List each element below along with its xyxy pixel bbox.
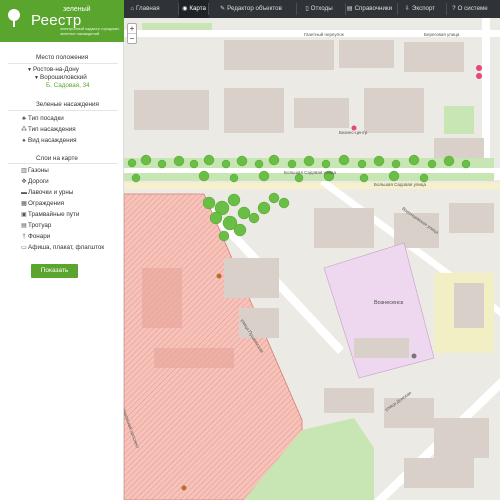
layer-label: Трамвайные пути (28, 211, 80, 218)
layer-label: Афиша, плакат, флагшток (28, 244, 105, 251)
map-view[interactable]: + − Большая Садовая улица Большая Садова… (124, 18, 500, 500)
nav-label: О системе (457, 5, 488, 12)
nav-item-0[interactable]: ⌂ Главная (124, 0, 166, 18)
plantings-filter-item[interactable]: ♣ Тип посадки (20, 114, 64, 123)
location-district[interactable]: ▼Ворошиловский (34, 74, 87, 81)
planting-type-icon: ⁂ (21, 127, 27, 133)
divider (8, 110, 118, 111)
export-icon: ⇩ (404, 6, 410, 12)
layer-label: Ограждения (28, 200, 64, 207)
layer-item[interactable]: ▥Газоны (20, 166, 49, 175)
nav-separator (345, 3, 346, 15)
planting-kind-icon: ♠ (22, 138, 26, 144)
layer-item[interactable]: † Фонари (20, 232, 50, 241)
layers-section-title: Слои на карте (36, 155, 78, 162)
poster-icon: ▭ (21, 245, 27, 251)
layer-label: Тротуар (28, 222, 52, 229)
layer-item[interactable]: ▣Трамвайные пути (20, 210, 79, 219)
editor-icon: ✎ (220, 6, 226, 12)
building-label: Бизнес-центр (339, 130, 368, 135)
layer-item[interactable]: ✥Дороги (20, 177, 49, 186)
filter-label: Тип посадки (28, 115, 64, 122)
street-label: Береговая улица (424, 32, 460, 37)
nav-item-4[interactable]: ▤ Справочники (346, 0, 393, 18)
zoom-out-button[interactable]: − (128, 34, 136, 44)
fence-icon: ▦ (21, 201, 27, 207)
layer-label: Фонари (28, 233, 51, 240)
lamp-icon: † (22, 234, 26, 240)
top-navigation: ⌂ Главная ◉ Карта ✎ Редактор объектов ▯ Отходы ▤… (124, 0, 500, 18)
show-button[interactable]: Показать (31, 264, 78, 278)
logo-tagline: электронный кадастр городских зеленых на… (60, 26, 120, 36)
district-label: Вознесенск (374, 300, 404, 306)
location-city[interactable]: ▼Ростов-на-Дону (27, 66, 79, 73)
nav-label: Редактор объектов (227, 5, 282, 12)
nav-label: Справочники (354, 5, 393, 12)
location-section-title: Место положения (36, 54, 89, 61)
tram-icon: ▣ (21, 212, 27, 218)
layer-item[interactable]: ▦Ограждения (20, 199, 64, 208)
app-logo[interactable]: зеленый Реестр электронный кадастр город… (0, 0, 124, 42)
sidewalk-icon: ▤ (21, 223, 27, 229)
layer-item[interactable]: ▬Лавочки и урны (20, 188, 73, 197)
reference-icon: ▤ (346, 6, 353, 12)
nav-item-6[interactable]: ? О системе (447, 0, 493, 18)
filter-label: Вид насаждения (28, 137, 77, 144)
zoom-control: + − (127, 23, 137, 44)
nav-item-3[interactable]: ▯ Отходы (297, 0, 341, 18)
home-icon: ⌂ (130, 6, 135, 12)
plantings-filter-item[interactable]: ♠ Вид насаждения (20, 136, 77, 145)
layer-label: Дороги (28, 178, 49, 185)
nav-label: Отходы (310, 5, 333, 12)
nav-label: Карта (189, 5, 206, 12)
map-pin-icon: ◉ (182, 6, 188, 12)
location-address[interactable]: Б. Садовая, 34 (46, 82, 90, 89)
tree-type-icon: ♣ (22, 116, 26, 122)
lawn-icon: ▥ (21, 168, 27, 174)
street-label: Большая Садовая улица (284, 170, 336, 175)
layer-label: Лавочки и урны (28, 189, 74, 196)
nav-separator (397, 3, 398, 15)
plantings-section-title: Зеленые насаждения (36, 101, 99, 108)
nav-item-5[interactable]: ⇩ Экспорт (398, 0, 442, 18)
divider (8, 163, 118, 164)
filter-label: Тип насаждения (28, 126, 76, 133)
nav-item-1[interactable]: ◉ Карта (179, 0, 209, 18)
zoom-in-button[interactable]: + (128, 24, 136, 34)
waste-icon: ▯ (305, 6, 309, 12)
bench-icon: ▬ (21, 190, 27, 196)
nav-separator (446, 3, 447, 15)
nav-separator (296, 3, 297, 15)
nav-separator (208, 3, 209, 15)
plantings-filter-item[interactable]: ⁂Тип насаждения (20, 125, 76, 134)
nav-item-2[interactable]: ✎ Редактор объектов (209, 0, 293, 18)
street-label: Газетный переулок (304, 32, 344, 37)
nav-label: Главная (136, 5, 160, 12)
divider (8, 63, 118, 64)
sidebar: Место положения ▼Ростов-на-Дону ▼Ворошил… (0, 42, 124, 500)
question-icon: ? (452, 6, 456, 12)
road-icon: ✥ (21, 179, 27, 185)
layer-item[interactable]: ▭Афиша, плакат, флагшток (20, 243, 104, 252)
tree-logo-icon (8, 9, 20, 27)
nav-separator (178, 3, 179, 15)
street-label: Большая Садовая улица (374, 182, 426, 187)
layer-label: Газоны (28, 167, 49, 174)
nav-label: Экспорт (411, 5, 436, 12)
map-canvas[interactable] (124, 18, 500, 500)
layer-item[interactable]: ▤Тротуар (20, 221, 51, 230)
